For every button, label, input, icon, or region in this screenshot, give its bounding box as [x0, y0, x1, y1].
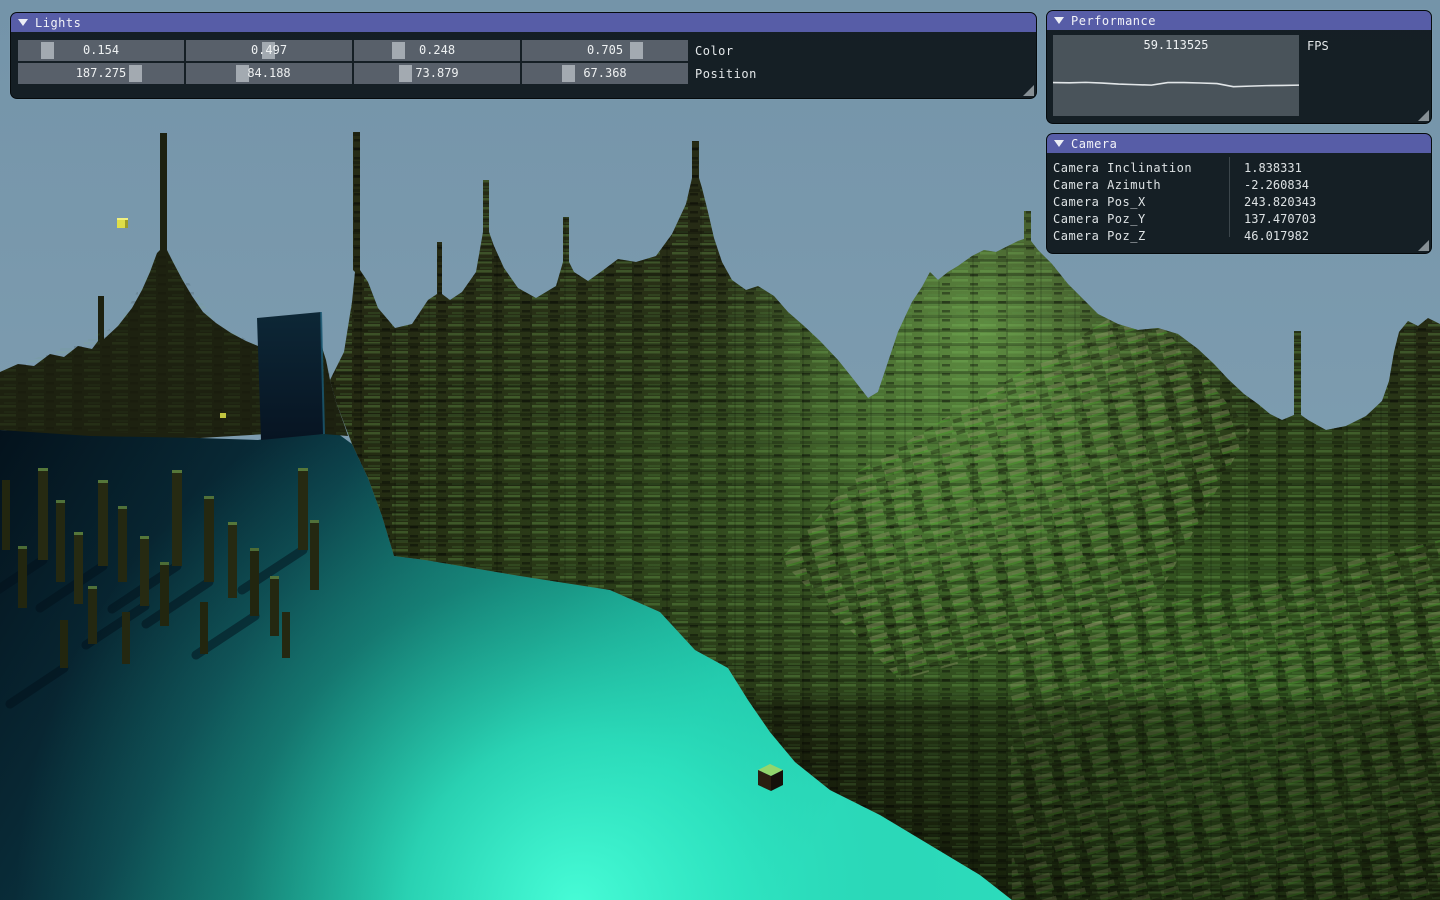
lights-body: 0.154 0.497 0.248 0.705 Color: [11, 32, 1036, 84]
collapse-arrow-icon[interactable]: [1054, 140, 1064, 147]
performance-body: 59.113525 FPS: [1047, 30, 1431, 116]
slider-value: 0.705: [522, 40, 688, 61]
resize-grip-icon[interactable]: [1418, 240, 1429, 251]
resize-grip-icon[interactable]: [1023, 85, 1034, 96]
camera-titlebar[interactable]: Camera: [1047, 134, 1431, 153]
fps-plot-line: [1053, 82, 1299, 86]
position-slider-2[interactable]: 73.879: [354, 63, 520, 84]
lights-window: Lights 0.154 0.497 0.248 0.705: [10, 12, 1037, 99]
performance-window-title: Performance: [1071, 14, 1156, 28]
slider-value: 84.188: [186, 63, 352, 84]
camera-row-value: 137.470703: [1229, 211, 1316, 228]
camera-row-label: Camera Azimuth: [1053, 177, 1229, 194]
camera-window-title: Camera: [1071, 137, 1117, 151]
camera-row-value: -2.260834: [1229, 177, 1309, 194]
camera-body: Camera Inclination 1.838331 Camera Azimu…: [1047, 153, 1431, 245]
resize-grip-icon[interactable]: [1418, 110, 1429, 121]
color-slider-2[interactable]: 0.248: [354, 40, 520, 61]
camera-row: Camera Poz_Z 46.017982: [1053, 228, 1425, 245]
performance-titlebar[interactable]: Performance: [1047, 11, 1431, 30]
light-cube: [117, 218, 128, 228]
blue-slab: [257, 312, 324, 440]
camera-row-label: Camera Inclination: [1053, 160, 1229, 177]
performance-window: Performance 59.113525 FPS: [1046, 10, 1432, 124]
camera-row-label: Camera Poz_Y: [1053, 211, 1229, 228]
slider-value: 0.497: [186, 40, 352, 61]
camera-row: Camera Inclination 1.838331: [1053, 160, 1425, 177]
small-light-dot: [220, 413, 226, 418]
lights-window-title: Lights: [35, 16, 81, 30]
column-divider: [1229, 157, 1230, 237]
fps-value-overlay: 59.113525: [1053, 38, 1299, 52]
camera-window: Camera Camera Inclination 1.838331 Camer…: [1046, 133, 1432, 254]
camera-row-label: Camera Poz_Z: [1053, 228, 1229, 245]
camera-row-value: 1.838331: [1229, 160, 1302, 177]
position-slider-row: 187.275 84.188 73.879 67.368 Position: [18, 63, 1036, 84]
position-slider-3[interactable]: 67.368: [522, 63, 688, 84]
slider-value: 67.368: [522, 63, 688, 84]
fps-label: FPS: [1307, 39, 1329, 53]
collapse-arrow-icon[interactable]: [1054, 17, 1064, 24]
slider-value: 187.275: [18, 63, 184, 84]
camera-row-value: 243.820343: [1229, 194, 1316, 211]
position-label: Position: [695, 67, 757, 81]
camera-row: Camera Azimuth -2.260834: [1053, 177, 1425, 194]
collapse-arrow-icon[interactable]: [18, 19, 28, 26]
position-slider-0[interactable]: 187.275: [18, 63, 184, 84]
camera-row: Camera Pos_X 243.820343: [1053, 194, 1425, 211]
camera-row: Camera Poz_Y 137.470703: [1053, 211, 1425, 228]
color-label: Color: [695, 44, 734, 58]
slider-value: 0.154: [18, 40, 184, 61]
color-slider-0[interactable]: 0.154: [18, 40, 184, 61]
lights-titlebar[interactable]: Lights: [11, 13, 1036, 32]
camera-row-value: 46.017982: [1229, 228, 1309, 245]
color-slider-3[interactable]: 0.705: [522, 40, 688, 61]
color-slider-1[interactable]: 0.497: [186, 40, 352, 61]
position-slider-1[interactable]: 84.188: [186, 63, 352, 84]
camera-row-label: Camera Pos_X: [1053, 194, 1229, 211]
slider-value: 73.879: [354, 63, 520, 84]
app-window: Lights 0.154 0.497 0.248 0.705: [0, 0, 1440, 900]
color-slider-row: 0.154 0.497 0.248 0.705 Color: [18, 40, 1036, 61]
fps-plot: 59.113525: [1053, 35, 1299, 116]
slider-value: 0.248: [354, 40, 520, 61]
